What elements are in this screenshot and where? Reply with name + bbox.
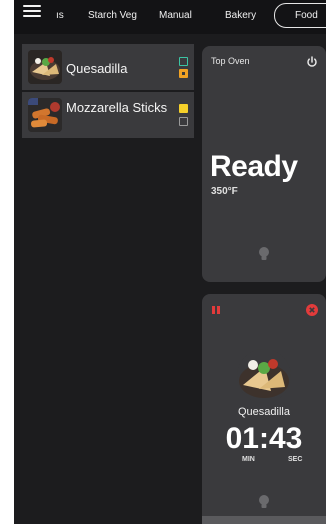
timer-sec-label: SEC	[288, 456, 303, 463]
mozzarella-sticks-thumbnail	[28, 98, 62, 132]
hamburger-menu-icon[interactable]	[23, 5, 41, 19]
power-icon[interactable]	[306, 55, 318, 67]
timer-min-label: MIN	[242, 456, 255, 463]
oven-temperature: 350°F	[211, 186, 238, 197]
recipe-label: Quesadilla	[66, 61, 128, 76]
quesadilla-thumbnail	[28, 50, 62, 84]
recipe-label: Mozzarella Sticks	[66, 100, 168, 115]
orange-status-indicator	[179, 69, 188, 78]
app-window: ıs Starch Veg Manual Bakery Food Quesadi…	[14, 0, 326, 524]
gray-status-indicator	[179, 117, 188, 126]
cook-progress-strip	[202, 516, 326, 524]
quesadilla-image	[237, 349, 291, 403]
recipe-item-quesadilla[interactable]: Quesadilla	[22, 44, 194, 92]
recipe-list: Quesadilla Mozzarella Sticks	[22, 44, 194, 140]
tab-food[interactable]: Food	[274, 3, 326, 28]
bulb-icon[interactable]	[258, 494, 270, 510]
top-oven-panel[interactable]: Top Oven Ready 350°F	[202, 46, 326, 282]
oven-status: Ready	[210, 150, 298, 183]
tab-bakery[interactable]: Bakery	[225, 10, 256, 21]
cancel-icon[interactable]	[306, 303, 318, 316]
pause-icon[interactable]	[212, 306, 220, 314]
category-tab-bar: ıs Starch Veg Manual Bakery Food	[14, 0, 326, 34]
bottom-oven-panel[interactable]: Quesadilla 01:43 MIN SEC	[202, 294, 326, 524]
tab-starch-veg[interactable]: Starch Veg	[88, 10, 137, 21]
oven-title: Top Oven	[211, 56, 250, 66]
cooking-food-name: Quesadilla	[238, 406, 290, 418]
yellow-status-indicator	[179, 104, 188, 113]
bulb-icon[interactable]	[258, 246, 270, 262]
recipe-item-mozzarella-sticks[interactable]: Mozzarella Sticks	[22, 92, 194, 140]
tab-partial[interactable]: ıs	[56, 10, 64, 21]
teal-status-indicator	[179, 57, 188, 66]
cook-timer: 01:43	[225, 422, 303, 455]
tab-manual[interactable]: Manual	[159, 10, 192, 21]
